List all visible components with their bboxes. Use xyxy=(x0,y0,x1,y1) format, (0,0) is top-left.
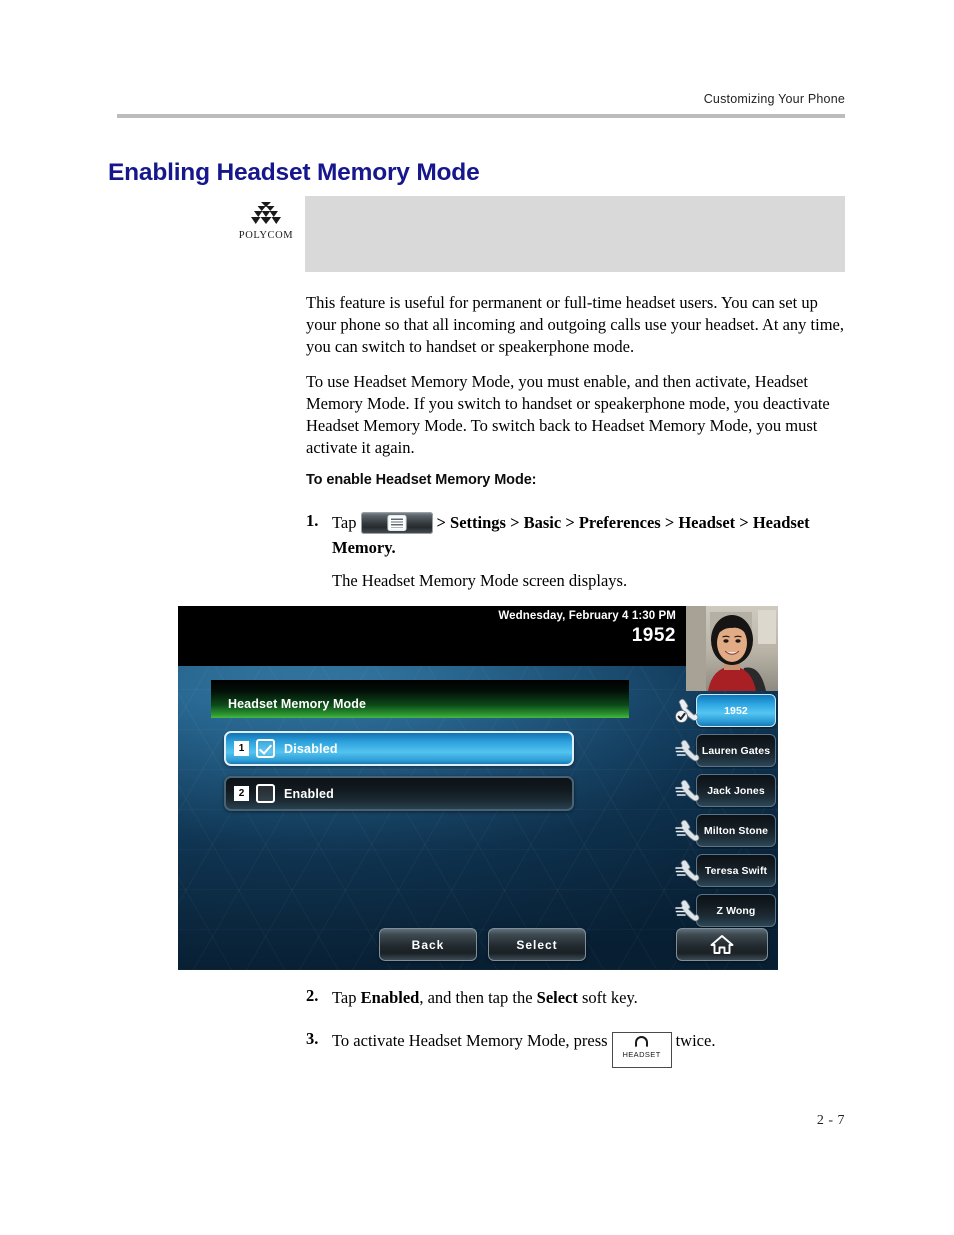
polycom-wordmark: POLYCOM xyxy=(238,230,294,241)
soft-key-home[interactable] xyxy=(676,928,768,961)
soft-key-bar: Back Select xyxy=(178,928,778,964)
screen-title-bar: Headset Memory Mode xyxy=(211,680,629,718)
line-key-jack-jones[interactable]: Jack Jones xyxy=(675,774,778,807)
line-key-label: Teresa Swift xyxy=(704,864,768,877)
paragraph-1: This feature is useful for permanent or … xyxy=(306,293,844,356)
body-copy: This feature is useful for permanent or … xyxy=(306,292,846,472)
line-key-button[interactable]: Milton Stone xyxy=(696,814,776,847)
headset-icon xyxy=(635,1036,649,1048)
menu-key-icon[interactable] xyxy=(360,512,433,534)
handset-registered-icon xyxy=(674,696,702,724)
line-key-column: 1952 Lauren Gates Jack Jones Milton Ston… xyxy=(675,694,778,934)
handset-icon xyxy=(674,896,702,924)
checkbox-checked-icon[interactable] xyxy=(256,739,275,758)
procedure-title: To enable Headset Memory Mode: xyxy=(306,472,537,488)
step-number: 1. xyxy=(306,511,319,530)
handset-icon xyxy=(674,776,702,804)
line-key-lauren-gates[interactable]: Lauren Gates xyxy=(675,734,778,767)
line-key-label: 1952 xyxy=(724,704,748,717)
running-head: Customizing Your Phone xyxy=(117,90,845,108)
line-key-label: Jack Jones xyxy=(707,784,765,797)
option-row-enabled[interactable]: 2 Enabled xyxy=(224,776,574,811)
line-key-teresa-swift[interactable]: Teresa Swift xyxy=(675,854,778,887)
soft-key-back[interactable]: Back xyxy=(379,928,477,961)
procedure-step-1: 1. Tap > Settings > Basic > Preferences >… xyxy=(306,511,846,593)
option-row-disabled[interactable]: 1 Disabled xyxy=(224,731,574,766)
paragraph-2: To use Headset Memory Mode, you must ena… xyxy=(306,372,830,457)
step2-text-2: , and then tap the xyxy=(419,988,537,1007)
procedure-step-2: 2. Tap Enabled, and then tap the Select … xyxy=(306,986,846,1011)
home-icon xyxy=(710,935,734,954)
page-number: 2 - 7 xyxy=(816,1113,845,1128)
handset-icon xyxy=(674,856,702,884)
step2-bold-1: Enabled xyxy=(360,988,420,1007)
step3-text-1: To activate Headset Memory Mode, press xyxy=(332,1031,608,1050)
procedure-step-3: 3. To activate Headset Memory Mode, pres… xyxy=(306,1029,846,1068)
step-number: 2. xyxy=(306,986,319,1005)
note-text xyxy=(305,196,845,212)
user-photo-icon xyxy=(686,606,778,691)
line-key-1952[interactable]: 1952 xyxy=(675,694,778,727)
header-rule xyxy=(117,114,845,118)
status-extension: 1952 xyxy=(631,625,676,646)
line-key-button[interactable]: Lauren Gates xyxy=(696,734,776,767)
line-key-milton-stone[interactable]: Milton Stone xyxy=(675,814,778,847)
option-index: 2 xyxy=(234,786,249,801)
avatar xyxy=(686,606,778,691)
step2-bold-2: Select xyxy=(536,988,578,1007)
step2-text-1: Tap xyxy=(332,988,361,1007)
polycom-logo: POLYCOM xyxy=(236,202,296,241)
handset-icon xyxy=(674,816,702,844)
step2-text-3: soft key. xyxy=(577,988,638,1007)
line-key-button[interactable]: Z Wong xyxy=(696,894,776,927)
line-key-z-wong[interactable]: Z Wong xyxy=(675,894,778,927)
polycom-triangles-icon xyxy=(251,202,281,224)
headset-key-label: HEADSET xyxy=(622,1050,661,1059)
step3-text-2: twice. xyxy=(675,1031,716,1050)
line-key-button[interactable]: Jack Jones xyxy=(696,774,776,807)
step-number: 3. xyxy=(306,1029,319,1048)
line-key-button[interactable]: Teresa Swift xyxy=(696,854,776,887)
screen-title-label: Headset Memory Mode xyxy=(228,697,367,711)
status-bar: Wednesday, February 4 1:30 PM 1952 xyxy=(178,606,686,666)
status-datetime: Wednesday, February 4 1:30 PM xyxy=(498,610,676,622)
page-title: Enabling Headset Memory Mode xyxy=(108,159,480,187)
line-key-label: Z Wong xyxy=(716,904,756,917)
step-text: Tap > Settings > Basic > Preferences > He… xyxy=(332,511,846,593)
line-key-label: Milton Stone xyxy=(703,824,769,837)
option-label: Disabled xyxy=(284,741,338,756)
note-box xyxy=(305,196,845,272)
handset-icon xyxy=(674,736,702,764)
step1-lead: Tap xyxy=(332,513,357,532)
headset-hard-key[interactable]: HEADSET xyxy=(611,1032,672,1068)
step1-result: The Headset Memory Mode screen displays. xyxy=(332,570,628,590)
line-key-label: Lauren Gates xyxy=(701,744,771,757)
step-text: Tap Enabled, and then tap the Select sof… xyxy=(332,986,638,1011)
step-text: To activate Headset Memory Mode, press HE… xyxy=(332,1029,715,1068)
soft-key-select[interactable]: Select xyxy=(488,928,586,961)
running-head-text: Customizing Your Phone xyxy=(703,92,845,106)
line-key-button[interactable]: 1952 xyxy=(696,694,776,727)
option-label: Enabled xyxy=(284,786,335,801)
option-index: 1 xyxy=(234,741,249,756)
note-block: POLYCOM xyxy=(236,196,845,272)
menu-list-glyph xyxy=(388,516,405,530)
phone-screen-figure: Wednesday, February 4 1:30 PM 1952 Heads… xyxy=(178,606,778,970)
soft-key-label: Back xyxy=(411,937,445,952)
soft-key-label: Select xyxy=(516,937,558,952)
checkbox-unchecked-icon[interactable] xyxy=(256,784,275,803)
